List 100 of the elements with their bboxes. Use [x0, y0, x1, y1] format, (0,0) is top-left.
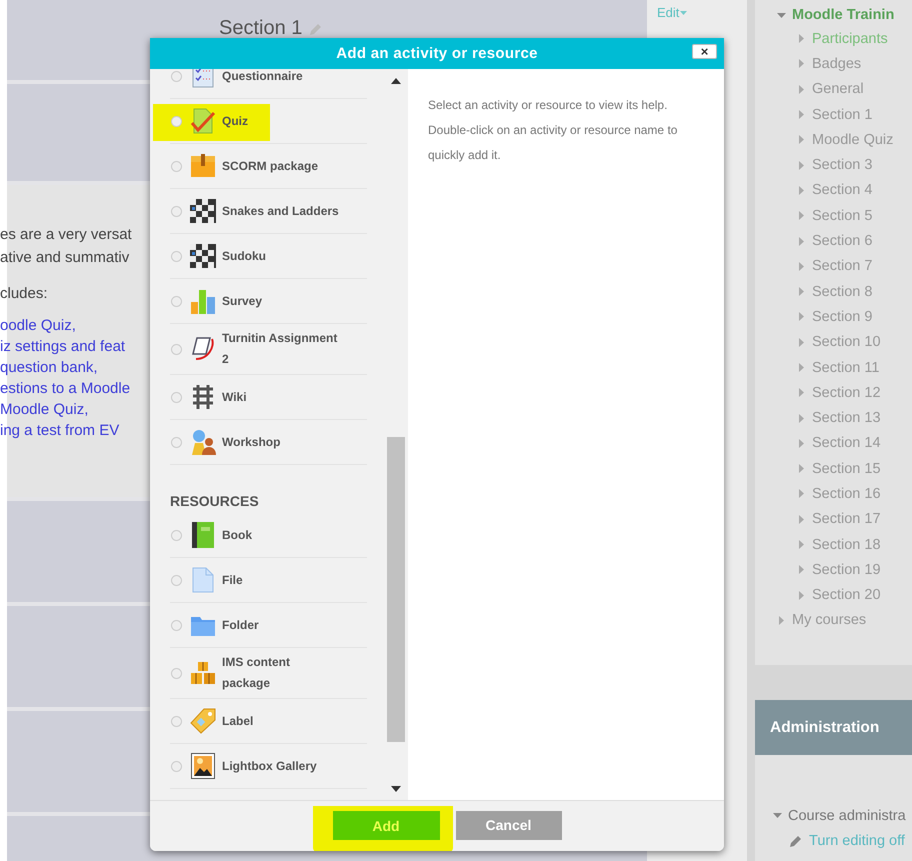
activity-name[interactable]: Sudoku	[222, 242, 339, 270]
nav-item[interactable]: Section 20	[812, 587, 881, 604]
collapsed-arrow-icon[interactable]	[797, 186, 806, 195]
course-link[interactable]: Moodle Trainin	[792, 7, 894, 23]
pencil-icon	[789, 834, 803, 848]
activity-name[interactable]: Questionnaire	[222, 69, 339, 90]
collapsed-arrow-icon[interactable]	[797, 236, 806, 246]
activity-name[interactable]: Survey	[222, 286, 339, 316]
collapsed-arrow-icon[interactable]	[797, 262, 806, 271]
collapsed-arrow-icon[interactable]	[797, 565, 806, 574]
nav-item[interactable]: Section 14	[812, 435, 881, 452]
collapsed-arrow-icon[interactable]	[797, 110, 806, 120]
nav-item[interactable]: Section 15	[812, 460, 881, 477]
activity-name[interactable]: Folder	[222, 610, 339, 640]
radio-button[interactable]	[171, 530, 182, 540]
nav-item[interactable]: Section 8	[812, 284, 872, 300]
radio-button[interactable]	[171, 344, 182, 354]
collapsed-arrow-icon[interactable]	[797, 59, 806, 68]
radio-button[interactable]	[171, 436, 182, 448]
nav-item[interactable]: Section 13	[812, 410, 881, 426]
topic-link[interactable]: iz settings and feat	[0, 336, 126, 357]
nav-item[interactable]: Section 3	[812, 157, 872, 174]
activity-name[interactable]: Wiki	[222, 382, 339, 412]
admin-link[interactable]: Turn editing off	[809, 832, 905, 849]
activity-name[interactable]: Lightbox Gallery	[222, 752, 339, 780]
radio-button[interactable]	[171, 392, 182, 402]
activity-name[interactable]: Turnitin Assignment 2	[222, 324, 339, 374]
collapsed-arrow-icon[interactable]	[797, 312, 806, 322]
add-button[interactable]: Add	[332, 811, 440, 840]
collapsed-arrow-icon[interactable]	[797, 590, 806, 600]
collapsed-arrow-icon[interactable]	[797, 540, 806, 550]
topic-link[interactable]: oodle Quiz,	[0, 315, 76, 336]
radio-button[interactable]	[171, 70, 182, 82]
activity-name[interactable]: Label	[222, 706, 339, 736]
bar-chart-icon	[190, 288, 216, 314]
checklist-icon	[191, 69, 215, 88]
radio-button[interactable]	[171, 574, 182, 586]
radio-button[interactable]	[171, 206, 182, 216]
collapsed-arrow-icon[interactable]	[797, 438, 806, 448]
nav-item[interactable]: Section 11	[812, 360, 880, 376]
expand-arrow-icon[interactable]	[777, 10, 786, 20]
activity-name[interactable]: SCORM package	[222, 152, 339, 180]
nav-item[interactable]: Section 6	[812, 233, 872, 250]
nav-item[interactable]: Course administra	[788, 808, 906, 824]
collapsed-arrow-icon[interactable]	[797, 211, 806, 220]
radio-button[interactable]	[171, 668, 182, 678]
nav-item[interactable]: Section 7	[812, 258, 872, 274]
nav-item[interactable]: Section 4	[812, 182, 872, 198]
radio-button[interactable]	[171, 296, 182, 306]
cancel-button[interactable]: Cancel	[456, 810, 562, 840]
help-text: Select an activity or resource to view its help.	[428, 97, 668, 114]
nav-item[interactable]: Section 5	[812, 208, 872, 224]
nav-item[interactable]: Moodle Quiz	[812, 132, 894, 148]
nav-item[interactable]: General	[812, 81, 864, 98]
nav-item[interactable]: Section 12	[812, 384, 881, 401]
radio-button[interactable]	[171, 160, 182, 172]
nav-item[interactable]: Badges	[812, 56, 862, 72]
collapsed-arrow-icon[interactable]	[797, 287, 806, 296]
people-icon	[190, 429, 216, 455]
collapsed-arrow-icon[interactable]	[797, 135, 806, 144]
activity-name[interactable]: Workshop	[222, 428, 339, 456]
collapsed-arrow-icon[interactable]	[797, 514, 806, 524]
collapsed-arrow-icon[interactable]	[797, 464, 806, 474]
activity-name[interactable]: IMS content package	[222, 648, 339, 698]
collapsed-arrow-icon[interactable]	[797, 363, 806, 372]
activity-name[interactable]: Quiz	[222, 106, 339, 136]
nav-item[interactable]: Section 17	[812, 511, 881, 528]
activity-name[interactable]: File	[222, 566, 339, 594]
collapsed-arrow-icon[interactable]	[797, 388, 806, 398]
collapsed-arrow-icon[interactable]	[797, 84, 806, 94]
close-button[interactable]: ×	[692, 44, 717, 59]
collapsed-arrow-icon[interactable]	[777, 616, 786, 625]
collapsed-arrow-icon[interactable]	[797, 160, 806, 170]
edit-menu[interactable]: Edit	[657, 5, 688, 20]
nav-item[interactable]: Section 9	[812, 308, 872, 325]
collapsed-arrow-icon[interactable]	[797, 414, 806, 423]
topic-link[interactable]: question bank,	[0, 357, 98, 378]
topic-link[interactable]: estions to a Moodle	[0, 378, 130, 399]
topic-link[interactable]: ing a test from EV	[0, 420, 120, 441]
collapsed-arrow-icon[interactable]	[797, 338, 806, 347]
nav-item[interactable]: Section 19	[812, 562, 881, 578]
collapsed-arrow-icon[interactable]	[797, 489, 806, 498]
radio-button[interactable]	[171, 620, 182, 630]
nav-item[interactable]: Section 1	[812, 106, 872, 123]
nav-item[interactable]: My courses	[792, 612, 866, 628]
topic-link[interactable]: Moodle Quiz,	[0, 399, 88, 420]
radio-button[interactable]	[171, 760, 182, 772]
radio-button[interactable]	[171, 716, 182, 726]
expand-arrow-icon[interactable]	[773, 811, 782, 820]
nav-item[interactable]: Participants	[812, 30, 888, 47]
activity-name[interactable]: Book	[222, 520, 339, 550]
nav-item[interactable]: Section 16	[812, 486, 881, 502]
box-icon	[190, 154, 216, 178]
scroll-down-icon[interactable]	[391, 786, 401, 792]
nav-item[interactable]: Section 18	[812, 536, 881, 553]
nav-item[interactable]: Section 10	[812, 334, 881, 350]
collapsed-arrow-icon[interactable]	[797, 34, 806, 44]
radio-button[interactable]	[171, 250, 182, 262]
activity-name[interactable]: Snakes and Ladders	[222, 196, 339, 226]
scrollbar-thumb[interactable]	[387, 437, 405, 742]
